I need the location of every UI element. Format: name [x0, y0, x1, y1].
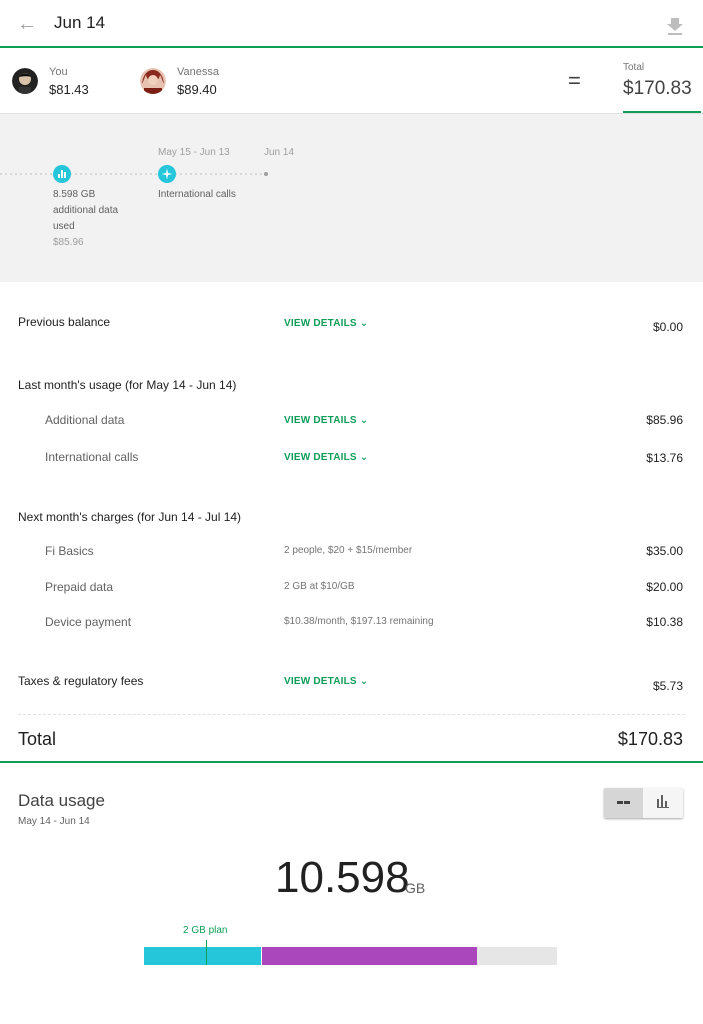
prepaid-data-desc: 2 GB at $10/GB — [284, 581, 355, 592]
total-underline — [623, 111, 701, 113]
view-toggle — [604, 788, 683, 818]
bill-total-amount: $170.83 — [617, 729, 683, 749]
data-usage-value: 10.598 — [275, 853, 410, 902]
person-amount: $81.43 — [49, 82, 89, 97]
total-amount[interactable]: $170.83 — [623, 78, 692, 100]
fi-basics-amount: $35.00 — [646, 544, 683, 558]
chevron-down-icon: ⌄ — [359, 415, 369, 426]
additional-data-label: Additional data — [45, 413, 125, 427]
top-app-bar: ← Jun 14 — [0, 0, 703, 48]
next-month-heading: Next month's charges (for Jun 14 - Jul 1… — [18, 510, 242, 524]
usage-timeline: May 15 - Jun 13 Jun 14 8.598 GB addition… — [0, 114, 703, 282]
data-usage-title: Data usage — [18, 791, 105, 810]
timeline-period-label: May 15 - Jun 13 — [158, 147, 230, 158]
last-month-heading: Last month's usage (for May 14 - Jun 14) — [18, 378, 237, 392]
equals-sign: = — [568, 68, 581, 93]
plan-label: 2 GB plan — [183, 925, 228, 936]
section-divider — [0, 761, 703, 763]
line-chart-icon[interactable] — [604, 788, 643, 818]
device-payment-amount: $10.38 — [646, 615, 683, 629]
avatar-you[interactable] — [12, 68, 38, 94]
plan-marker — [206, 940, 207, 965]
data-usage-unit: GB — [405, 880, 426, 896]
previous-balance-label: Previous balance — [18, 315, 111, 329]
previous-balance-amount: $0.00 — [652, 320, 683, 334]
timeline-event-data: 8.598 GB additional data used — [53, 189, 119, 232]
timeline-event-amount: $85.96 — [53, 237, 84, 248]
divider — [18, 714, 685, 715]
view-details-taxes[interactable]: VIEW DETAILS ⌄ — [284, 676, 368, 687]
usage-bar-remaining — [477, 947, 557, 965]
download-icon[interactable] — [662, 12, 688, 38]
device-payment-label: Device payment — [45, 615, 132, 629]
person-name: Vanessa — [177, 66, 219, 78]
usage-bar-additional — [262, 947, 477, 965]
prepaid-data-amount: $20.00 — [646, 580, 683, 594]
device-payment-desc: $10.38/month, $197.13 remaining — [284, 616, 434, 627]
view-details-international-calls[interactable]: VIEW DETAILS ⌄ — [284, 452, 368, 463]
usage-bar-prepaid — [144, 947, 261, 965]
timeline-end-label: Jun 14 — [264, 147, 295, 158]
total-label: Total — [623, 62, 645, 73]
fi-basics-desc: 2 people, $20 + $15/member — [284, 545, 413, 556]
bar-chart-icon[interactable] — [643, 788, 683, 818]
back-arrow-icon[interactable]: ← — [14, 12, 40, 36]
chevron-down-icon: ⌄ — [359, 676, 369, 687]
bill-total-label: Total — [18, 729, 57, 749]
timeline-event-calls: International calls — [158, 189, 236, 200]
person-name: You — [49, 66, 68, 78]
chevron-down-icon: ⌄ — [359, 318, 369, 329]
international-calls-amount: $13.76 — [646, 451, 683, 465]
taxes-label: Taxes & regulatory fees — [18, 674, 144, 688]
airplane-icon[interactable] — [158, 165, 176, 183]
international-calls-label: International calls — [45, 450, 139, 464]
view-details-additional-data[interactable]: VIEW DETAILS ⌄ — [284, 415, 368, 426]
page-title: Jun 14 — [54, 13, 106, 32]
chevron-down-icon: ⌄ — [359, 452, 369, 463]
taxes-amount: $5.73 — [652, 679, 683, 693]
avatar-vanessa[interactable] — [140, 68, 166, 94]
bar-chart-icon[interactable] — [53, 165, 71, 183]
bill-split-header: You $81.43 Vanessa $89.40 = Total $170.8… — [0, 50, 703, 114]
additional-data-amount: $85.96 — [646, 413, 683, 427]
prepaid-data-label: Prepaid data — [45, 580, 114, 594]
data-usage-range: May 14 - Jun 14 — [18, 816, 90, 827]
fi-basics-label: Fi Basics — [45, 544, 94, 558]
view-details-previous-balance[interactable]: VIEW DETAILS ⌄ — [284, 318, 368, 329]
person-amount: $89.40 — [177, 82, 217, 97]
